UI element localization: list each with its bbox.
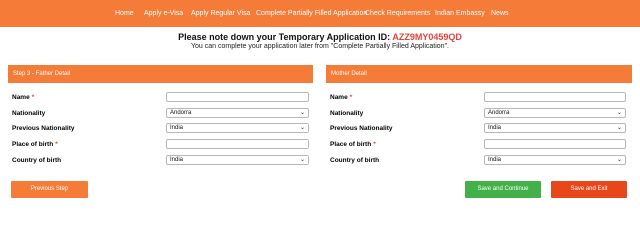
- father-place-of-birth-row: Place of birth *: [8, 139, 313, 150]
- nav-home-link[interactable]: Home: [115, 0, 134, 27]
- required-marker: *: [55, 141, 58, 148]
- mother-nationality-select[interactable]: Andorra ⌄: [484, 108, 626, 118]
- mother-nationality-row: Nationality Andorra ⌄: [326, 108, 632, 119]
- nav-complete-partial-link[interactable]: Complete Partially Filled Application: [256, 0, 367, 27]
- resume-instructions: You can complete your application later …: [190, 43, 449, 50]
- temporary-application-id: AZZ9MY0459QD: [392, 32, 462, 42]
- mother-name-input[interactable]: [484, 92, 626, 102]
- father-previous-nationality-row: Previous Nationality India ⌄: [8, 123, 313, 134]
- mother-country-of-birth-select[interactable]: India ⌄: [484, 155, 626, 165]
- required-marker: *: [373, 141, 376, 148]
- father-panel-title: Step 3 - Father Detail: [8, 65, 313, 83]
- father-place-of-birth-input[interactable]: [166, 139, 309, 149]
- father-name-label: Name *: [12, 94, 35, 101]
- father-previous-nationality-select[interactable]: India ⌄: [166, 123, 309, 133]
- chevron-down-icon: ⌄: [616, 125, 622, 131]
- temporary-id-prefix: Please note down your Temporary Applicat…: [178, 32, 391, 42]
- nav-indian-embassy-link[interactable]: Indian Embassy: [435, 0, 485, 27]
- save-and-exit-button[interactable]: Save and Exit: [551, 181, 627, 198]
- father-previous-nationality-label: Previous Nationality: [12, 125, 75, 132]
- mother-detail-panel: Mother Detail Name * Nationality Andorra ⌄…: [326, 65, 632, 175]
- father-country-of-birth-label: Country of birth: [12, 157, 62, 164]
- father-nationality-row: Nationality Andorra ⌄: [8, 108, 313, 119]
- father-nationality-select[interactable]: Andorra ⌄: [166, 108, 309, 118]
- chevron-down-icon: ⌄: [299, 157, 305, 163]
- mother-nationality-label: Nationality: [330, 110, 364, 117]
- chevron-down-icon: ⌄: [616, 157, 622, 163]
- required-marker: *: [31, 94, 35, 101]
- father-name-input[interactable]: [166, 92, 309, 102]
- mother-place-of-birth-input[interactable]: [484, 139, 626, 149]
- mother-previous-nationality-select[interactable]: India ⌄: [484, 123, 626, 133]
- top-navigation: Home Apply e-Visa Apply Regular Visa Com…: [0, 0, 640, 27]
- chevron-down-icon: ⌄: [616, 110, 622, 116]
- save-and-continue-button[interactable]: Save and Continue: [465, 181, 541, 198]
- father-name-row: Name *: [8, 92, 313, 103]
- chevron-down-icon: ⌄: [299, 110, 305, 116]
- mother-country-of-birth-label: Country of birth: [330, 157, 380, 164]
- previous-step-button[interactable]: Previous Step: [11, 181, 88, 198]
- nav-apply-evisa-link[interactable]: Apply e-Visa: [144, 0, 183, 27]
- mother-name-row: Name *: [326, 92, 632, 103]
- nav-check-requirements-link[interactable]: Check Requirements: [365, 0, 430, 27]
- nav-apply-regular-visa-link[interactable]: Apply Regular Visa: [191, 0, 250, 27]
- mother-previous-nationality-label: Previous Nationality: [330, 125, 393, 132]
- father-nationality-label: Nationality: [12, 110, 46, 117]
- father-detail-panel: Step 3 - Father Detail Name * Nationality…: [8, 65, 313, 175]
- father-country-of-birth-select[interactable]: India ⌄: [166, 155, 309, 165]
- mother-previous-nationality-row: Previous Nationality India ⌄: [326, 123, 632, 134]
- mother-panel-title: Mother Detail: [326, 65, 632, 83]
- mother-country-of-birth-row: Country of birth India ⌄: [326, 155, 632, 166]
- mother-place-of-birth-label: Place of birth *: [330, 141, 376, 148]
- required-marker: *: [349, 94, 353, 101]
- father-place-of-birth-label: Place of birth *: [12, 141, 58, 148]
- chevron-down-icon: ⌄: [299, 125, 305, 131]
- father-country-of-birth-row: Country of birth India ⌄: [8, 155, 313, 166]
- nav-news-link[interactable]: News: [491, 0, 509, 27]
- mother-place-of-birth-row: Place of birth *: [326, 139, 632, 150]
- mother-name-label: Name *: [330, 94, 353, 101]
